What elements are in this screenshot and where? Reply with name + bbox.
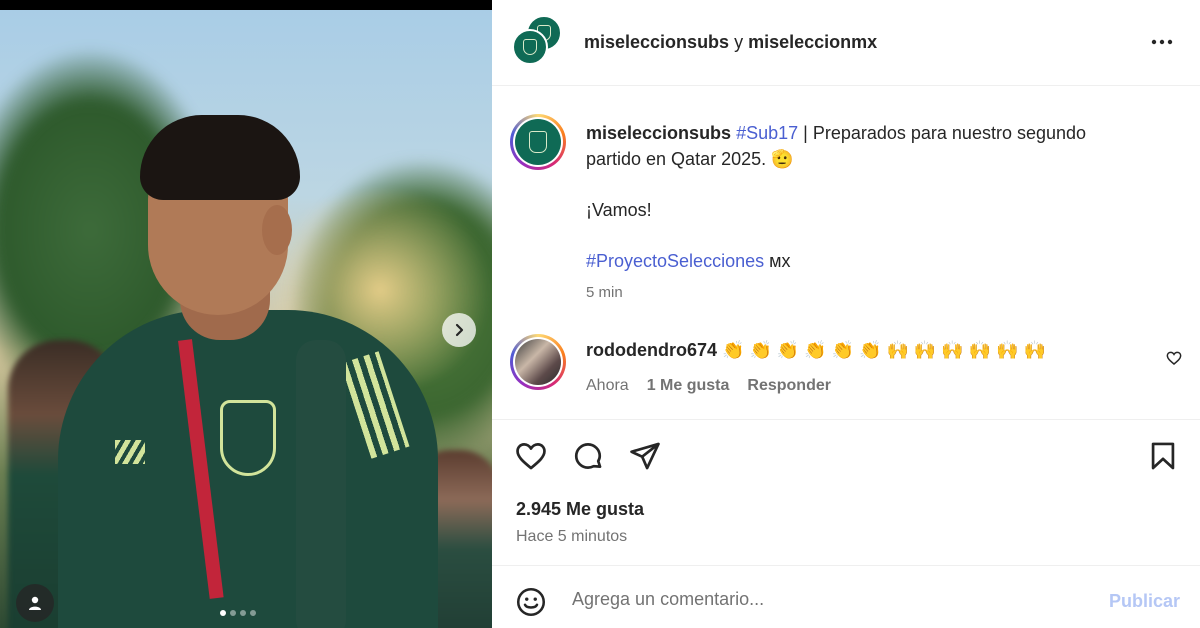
comment-avatar[interactable] (510, 334, 566, 390)
comment-bubble-icon (574, 443, 602, 469)
avatar (515, 339, 561, 385)
post-authors: miseleccionsubs y miseleccionmx (584, 32, 877, 53)
player-ear (262, 205, 292, 255)
collab-avatars[interactable] (512, 14, 568, 71)
brand-logo (115, 440, 145, 464)
hashtag-link[interactable]: #ProyectoSelecciones (586, 251, 764, 271)
caption-text: ᴍx (764, 251, 791, 271)
user-icon (29, 596, 41, 610)
carousel-dot (250, 610, 256, 616)
publish-button[interactable]: Publicar (1109, 591, 1180, 612)
bookmark-icon (1151, 442, 1175, 470)
comment-button[interactable] (571, 439, 605, 476)
post-actions: 2.945 Me gusta Hace 5 minutos (492, 420, 1200, 566)
comment-composer: Publicar (492, 566, 1200, 628)
chevron-right-icon (455, 323, 464, 337)
author-link[interactable]: miseleccionmx (748, 32, 877, 52)
comment-item: rododendro674 👏 👏 👏 👏 👏 👏 🙌 🙌 🙌 🙌 🙌 🙌 Ah… (492, 320, 1200, 420)
comment-time: Ahora (586, 377, 629, 394)
likes-count[interactable]: 2.945 Me gusta (516, 499, 644, 520)
post-timestamp: Hace 5 minutos (516, 528, 628, 545)
carousel-indicator (220, 610, 256, 616)
comment-input[interactable] (572, 586, 1072, 612)
save-button[interactable] (1146, 439, 1180, 476)
comment-likes-link[interactable]: 1 Me gusta (647, 377, 730, 395)
team-crest (220, 400, 276, 476)
share-button[interactable] (628, 439, 662, 476)
backpack-strap (296, 340, 346, 628)
carousel-dot (220, 610, 226, 616)
post-header: miseleccionsubs y miseleccionmx (492, 0, 1200, 86)
heart-icon (516, 443, 546, 470)
emoji-picker-button[interactable] (514, 585, 548, 622)
crest-icon (523, 38, 537, 55)
post-sidebar: miseleccionsubs y miseleccionmx miselecc… (492, 0, 1200, 628)
comment-meta: Ahora 1 Me gusta Responder (586, 377, 831, 395)
reply-link[interactable]: Responder (747, 377, 831, 395)
smiley-icon (516, 587, 546, 617)
caption-line: ¡Vamos! (586, 200, 652, 220)
caption-username[interactable]: miseleccionsubs (586, 123, 731, 143)
author-link[interactable]: miseleccionsubs (584, 32, 729, 52)
like-button[interactable] (514, 439, 548, 476)
authors-joiner: y (729, 32, 749, 52)
more-options-button[interactable] (1150, 30, 1174, 57)
carousel-dot (230, 610, 236, 616)
player-hair (140, 115, 300, 200)
comment-text: 👏 👏 👏 👏 👏 👏 🙌 🙌 🙌 🙌 🙌 🙌 (717, 340, 1046, 360)
carousel-next-button[interactable] (442, 313, 476, 347)
avatar[interactable] (512, 28, 548, 65)
carousel-dot (240, 610, 246, 616)
caption-avatar[interactable] (510, 114, 566, 170)
caption-timestamp: 5 min (586, 284, 623, 301)
hashtag-link[interactable]: #Sub17 (736, 123, 798, 143)
caption: miseleccionsubs #Sub17 | Preparados para… (586, 120, 1146, 274)
post-image[interactable] (0, 10, 492, 628)
more-horizontal-icon (1151, 39, 1173, 45)
salute-emoji: 🫡 (771, 149, 794, 169)
crest-icon (529, 131, 547, 153)
send-icon (630, 442, 660, 470)
tagged-users-button[interactable] (16, 584, 54, 622)
comment-username[interactable]: rododendro674 (586, 340, 717, 360)
heart-icon (1166, 351, 1182, 365)
like-comment-button[interactable] (1166, 350, 1182, 369)
comment-body: rododendro674 👏 👏 👏 👏 👏 👏 🙌 🙌 🙌 🙌 🙌 🙌 (586, 340, 1046, 361)
